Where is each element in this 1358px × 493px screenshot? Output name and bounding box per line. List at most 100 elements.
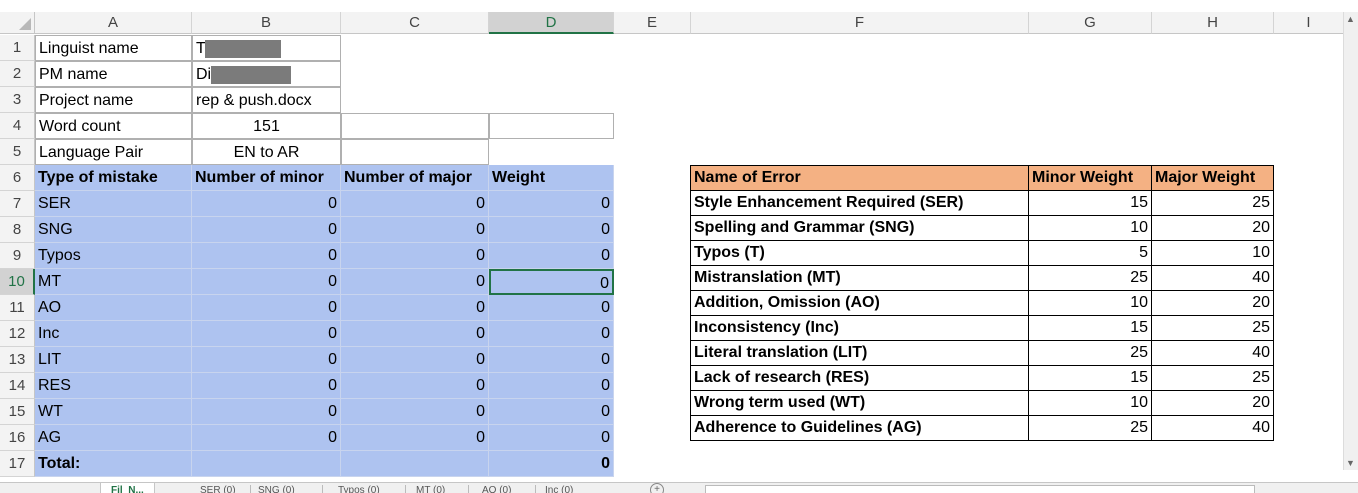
minor-weight-cell[interactable]: 10 — [1028, 290, 1152, 316]
cell-c5[interactable] — [341, 139, 489, 165]
column-header-f[interactable]: F — [691, 12, 1029, 34]
error-name-cell[interactable]: Spelling and Grammar (SNG) — [690, 215, 1029, 241]
minor-count-cell[interactable]: 0 — [192, 295, 341, 321]
row-header[interactable]: 11 — [0, 295, 35, 321]
major-weight-cell[interactable]: 20 — [1151, 390, 1274, 416]
row-header[interactable]: 9 — [0, 243, 35, 269]
column-header-d[interactable]: D — [489, 12, 614, 34]
minor-count-cell[interactable]: 0 — [192, 217, 341, 243]
error-name-cell[interactable]: Literal translation (LIT) — [690, 340, 1029, 366]
weight-cell[interactable]: 0 — [489, 243, 614, 269]
minor-weight-cell[interactable]: 15 — [1028, 365, 1152, 391]
error-name-cell[interactable]: Typos (T) — [690, 240, 1029, 266]
minor-count-cell[interactable]: 0 — [192, 347, 341, 373]
major-count-cell[interactable]: 0 — [341, 347, 489, 373]
total-weight-value[interactable]: 0 — [489, 451, 614, 477]
minor-weight-cell[interactable]: 25 — [1028, 415, 1152, 441]
minor-count-cell[interactable]: 0 — [192, 373, 341, 399]
minor-count-cell[interactable]: 0 — [192, 269, 341, 295]
mistake-type-cell[interactable]: MT — [35, 269, 192, 295]
minor-weight-cell[interactable]: 25 — [1028, 265, 1152, 291]
major-count-cell[interactable]: 0 — [341, 243, 489, 269]
number-of-major-header[interactable]: Number of major — [341, 165, 489, 191]
mistake-type-cell[interactable]: RES — [35, 373, 192, 399]
major-count-cell[interactable]: 0 — [341, 295, 489, 321]
row-header[interactable]: 15 — [0, 399, 35, 425]
weight-cell[interactable]: 0 — [489, 217, 614, 243]
language-pair-value[interactable]: EN to AR — [192, 139, 341, 165]
major-weight-cell[interactable]: 25 — [1151, 190, 1274, 216]
major-weight-cell[interactable]: 20 — [1151, 290, 1274, 316]
error-name-cell[interactable]: Style Enhancement Required (SER) — [690, 190, 1029, 216]
total-label[interactable]: Total: — [35, 451, 192, 477]
active-cell-d10[interactable]: 0 — [489, 269, 614, 295]
minor-weight-cell[interactable]: 15 — [1028, 190, 1152, 216]
linguist-name-label[interactable]: Linguist name — [35, 35, 192, 61]
major-count-cell[interactable]: 0 — [341, 425, 489, 451]
major-weight-cell[interactable]: 25 — [1151, 365, 1274, 391]
minor-count-cell[interactable]: 0 — [192, 399, 341, 425]
row-header[interactable]: 4 — [0, 113, 35, 139]
row-header[interactable]: 16 — [0, 425, 35, 451]
weight-cell[interactable]: 0 — [489, 295, 614, 321]
error-name-cell[interactable]: Addition, Omission (AO) — [690, 290, 1029, 316]
major-weight-cell[interactable]: 40 — [1151, 415, 1274, 441]
error-name-cell[interactable]: Mistranslation (MT) — [690, 265, 1029, 291]
column-header-g[interactable]: G — [1029, 12, 1152, 34]
column-header-e[interactable]: E — [614, 12, 691, 34]
column-header-c[interactable]: C — [341, 12, 489, 34]
error-name-cell[interactable]: Adherence to Guidelines (AG) — [690, 415, 1029, 441]
weight-cell[interactable]: 0 — [489, 191, 614, 217]
weight-cell[interactable]: 0 — [489, 347, 614, 373]
sheet-tab[interactable]: Typos (0) — [338, 483, 380, 493]
minor-weight-cell[interactable]: 15 — [1028, 315, 1152, 341]
column-header-h[interactable]: H — [1152, 12, 1274, 34]
row-header[interactable]: 17 — [0, 451, 35, 477]
row-header[interactable]: 8 — [0, 217, 35, 243]
weight-cell[interactable]: 0 — [489, 425, 614, 451]
major-weight-cell[interactable]: 40 — [1151, 340, 1274, 366]
weight-header[interactable]: Weight — [489, 165, 614, 191]
number-of-minor-header[interactable]: Number of minor — [192, 165, 341, 191]
sheet-tab[interactable]: SER (0) — [200, 483, 236, 493]
minor-count-cell[interactable]: 0 — [192, 425, 341, 451]
mistake-type-cell[interactable]: WT — [35, 399, 192, 425]
major-weight-cell[interactable]: 25 — [1151, 315, 1274, 341]
cell-c4[interactable] — [341, 113, 489, 139]
scroll-up-icon[interactable]: ▲ — [1346, 14, 1355, 24]
cell-d4[interactable] — [489, 113, 614, 139]
weight-cell[interactable]: 0 — [489, 373, 614, 399]
total-minor-cell[interactable] — [192, 451, 341, 477]
mistake-type-cell[interactable]: SER — [35, 191, 192, 217]
horizontal-scrollbar[interactable] — [705, 485, 1255, 493]
major-weight-cell[interactable]: 20 — [1151, 215, 1274, 241]
weight-cell[interactable]: 0 — [489, 399, 614, 425]
mistake-type-cell[interactable]: Typos — [35, 243, 192, 269]
minor-weight-cell[interactable]: 5 — [1028, 240, 1152, 266]
vertical-scrollbar[interactable]: ▲ ▼ — [1343, 12, 1358, 470]
type-of-mistake-header[interactable]: Type of mistake — [35, 165, 192, 191]
sheet-tab-active[interactable]: Fil_N... — [100, 483, 155, 493]
project-name-label[interactable]: Project name — [35, 87, 192, 113]
row-header[interactable]: 2 — [0, 61, 35, 87]
major-count-cell[interactable]: 0 — [341, 399, 489, 425]
row-header[interactable]: 6 — [0, 165, 35, 191]
word-count-value[interactable]: 151 — [192, 113, 341, 139]
major-count-cell[interactable]: 0 — [341, 191, 489, 217]
word-count-label[interactable]: Word count — [35, 113, 192, 139]
major-count-cell[interactable]: 0 — [341, 269, 489, 295]
mistake-type-cell[interactable]: AO — [35, 295, 192, 321]
major-weight-header[interactable]: Major Weight — [1151, 165, 1274, 191]
select-all-corner[interactable] — [0, 12, 35, 34]
minor-weight-cell[interactable]: 10 — [1028, 390, 1152, 416]
sheet-tab[interactable]: SNG (0) — [258, 483, 295, 493]
error-name-cell[interactable]: Wrong term used (WT) — [690, 390, 1029, 416]
minor-weight-cell[interactable]: 25 — [1028, 340, 1152, 366]
mistake-type-cell[interactable]: LIT — [35, 347, 192, 373]
major-weight-cell[interactable]: 40 — [1151, 265, 1274, 291]
row-header[interactable]: 7 — [0, 191, 35, 217]
name-of-error-header[interactable]: Name of Error — [690, 165, 1029, 191]
minor-count-cell[interactable]: 0 — [192, 191, 341, 217]
pm-name-label[interactable]: PM name — [35, 61, 192, 87]
major-count-cell[interactable]: 0 — [341, 373, 489, 399]
